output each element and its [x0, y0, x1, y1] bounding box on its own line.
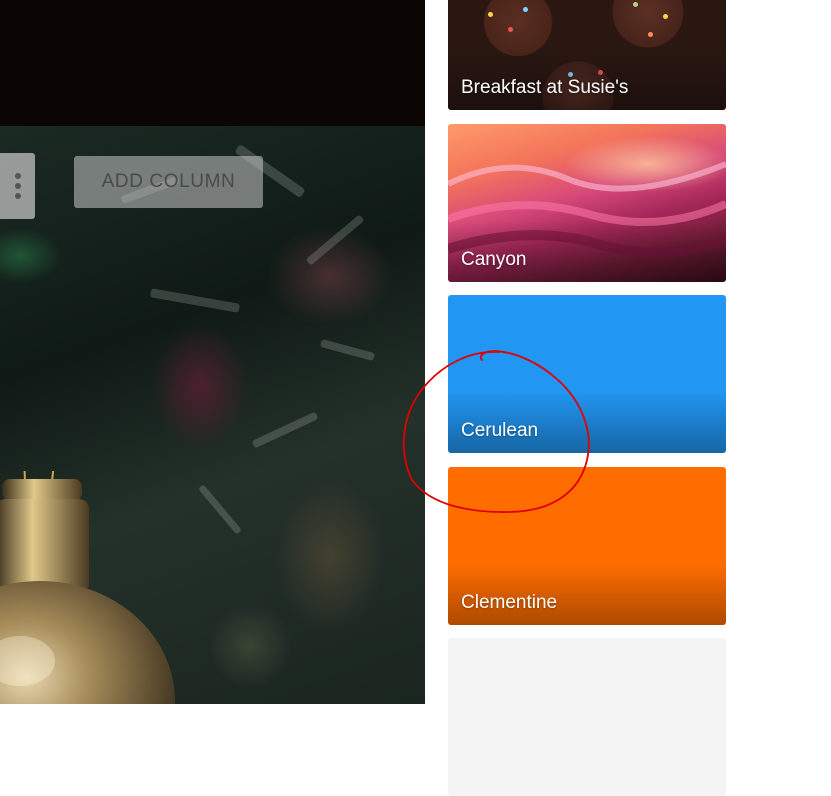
tile-label: Cerulean — [461, 420, 539, 441]
board-background-image — [0, 126, 425, 704]
background-tile-clementine[interactable]: Clementine — [448, 467, 726, 625]
ornament-image — [0, 471, 175, 704]
more-vert-icon — [14, 173, 21, 199]
tile-label: Breakfast at Susie's — [461, 77, 629, 98]
tile-label: Canyon — [461, 249, 527, 270]
background-picker-panel: Breakfast at Susie's Canyon Cerulean Cle… — [425, 0, 831, 796]
column-menu-button[interactable] — [0, 153, 35, 219]
add-column-button[interactable]: ADD COLUMN — [74, 156, 263, 208]
board-header-dark — [0, 0, 425, 126]
background-tile-canyon[interactable]: Canyon — [448, 124, 726, 282]
board-area: ADD COLUMN — [0, 0, 425, 704]
background-tile-breakfast[interactable]: Breakfast at Susie's — [448, 0, 726, 110]
background-tile-next — [448, 638, 726, 796]
add-column-label: ADD COLUMN — [101, 171, 236, 192]
background-tile-cerulean[interactable]: Cerulean — [448, 295, 726, 453]
tile-label: Clementine — [461, 592, 558, 613]
